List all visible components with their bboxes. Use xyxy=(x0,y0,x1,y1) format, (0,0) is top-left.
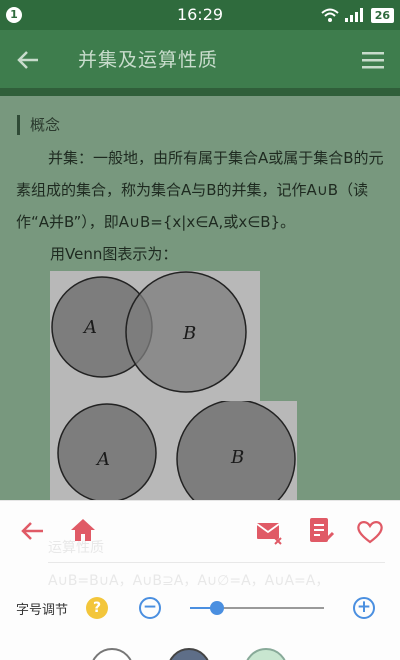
theme-swatch-slate[interactable] xyxy=(167,648,211,660)
venn-label-b1: B xyxy=(182,323,196,344)
venn-overlap-svg: A B xyxy=(51,271,247,393)
home-icon[interactable] xyxy=(68,515,98,545)
wifi-icon xyxy=(321,8,339,22)
venn-intro-text: 用Venn图表示为： xyxy=(50,245,178,263)
venn-label-b2: B xyxy=(230,447,244,468)
bottom-settings-panel: 运算性质 A∪B=B∪A，A∪B⊇A，A∪∅=A，A∪A=A， 字号调节 ? −… xyxy=(0,500,400,660)
help-icon[interactable]: ? xyxy=(86,597,108,619)
back-arrow-icon[interactable] xyxy=(14,46,42,74)
status-icons: 26 xyxy=(321,6,394,24)
definition-paragraph: 并集：一般地，由所有属于集合A或属于集合B的元素组成的集合，称为集合A与B的并集… xyxy=(16,149,384,231)
slider-thumb[interactable] xyxy=(209,601,224,615)
battery-level: 26 xyxy=(370,7,394,23)
theme-swatch-mint[interactable] xyxy=(244,648,288,660)
venn-label-a2: A xyxy=(95,449,110,470)
status-bar: 1 16:29 26 xyxy=(0,0,400,30)
hamburger-menu-icon[interactable] xyxy=(360,48,386,72)
theme-swatch-white[interactable] xyxy=(90,648,134,660)
venn-diagram-overlap: A B xyxy=(50,271,260,401)
venn-label-a1: A xyxy=(82,317,97,338)
panel-divider xyxy=(48,562,385,563)
mail-icon[interactable] xyxy=(254,516,284,546)
heart-icon[interactable] xyxy=(355,516,385,546)
back-arrow-icon[interactable] xyxy=(17,516,47,546)
notes-icon[interactable] xyxy=(305,515,335,545)
font-size-label: 字号调节 xyxy=(16,603,69,618)
decrease-font-button[interactable]: − xyxy=(139,597,161,619)
section-title: 概念 xyxy=(17,115,60,135)
font-size-slider[interactable] xyxy=(190,601,324,615)
ghost-formula-text: A∪B=B∪A，A∪B⊇A，A∪∅=A，A∪A=A， xyxy=(48,573,330,589)
page-title: 并集及运算性质 xyxy=(78,49,219,71)
app-bar-shadow xyxy=(0,88,400,96)
signal-icon xyxy=(344,8,363,22)
increase-font-button[interactable]: + xyxy=(353,597,375,619)
app-bar: 并集及运算性质 xyxy=(0,30,400,88)
